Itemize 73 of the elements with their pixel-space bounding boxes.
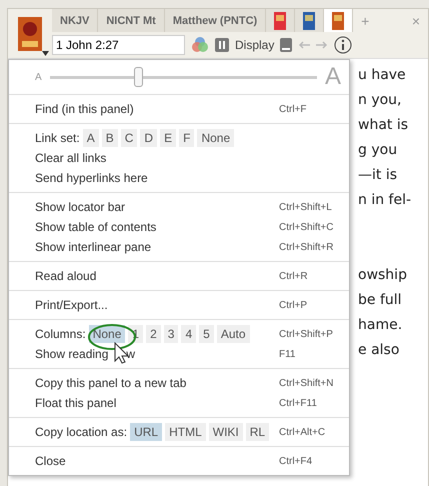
menu-item[interactable]: Print/Export... Ctrl+P	[9, 295, 349, 315]
menu-item[interactable]: Close Ctrl+F4	[9, 451, 349, 471]
menu-item[interactable]: Clear all links	[9, 148, 349, 168]
menu-item[interactable]: Send hyperlinks here	[9, 168, 349, 188]
panel-icon[interactable]	[280, 38, 292, 52]
tab[interactable]: Matthew (PNTC)	[164, 9, 266, 32]
text-fragment: w	[126, 347, 136, 361]
book-logo-icon[interactable]	[18, 16, 42, 50]
text-line: u have	[358, 66, 407, 85]
menu-item[interactable]: Read aloud Ctrl+R	[9, 266, 349, 286]
option-button[interactable]: URL	[130, 423, 162, 441]
text-line: n you,	[358, 91, 402, 110]
option-button[interactable]: None	[197, 129, 234, 147]
menu-item[interactable]: Show reading w F11	[9, 344, 349, 364]
shortcut-text: Ctrl+F4	[279, 456, 314, 466]
shortcut-text: Ctrl+Shift+R	[279, 242, 334, 252]
columns-icon[interactable]	[215, 38, 229, 52]
shortcut-text: Ctrl+Shift+L	[279, 202, 333, 212]
option-button[interactable]: 3	[164, 325, 178, 343]
dropdown-caret-icon[interactable]	[42, 51, 49, 56]
shortcut-text: Ctrl+Shift+N	[279, 378, 334, 388]
option-button[interactable]: 5	[199, 325, 214, 343]
tab[interactable]	[295, 9, 324, 32]
option-button[interactable]: 4	[181, 325, 196, 343]
tab[interactable]: NICNT Mt	[98, 9, 165, 32]
text-line: be full	[358, 291, 403, 310]
option-button[interactable]: C	[120, 129, 138, 147]
menu-item[interactable]: Show interlinear pane Ctrl+Shift+R	[9, 237, 349, 257]
display-menu[interactable]: Display	[235, 38, 274, 52]
menu-item[interactable]: Find (in this panel) Ctrl+F	[9, 99, 349, 119]
option-button[interactable]: E	[160, 129, 176, 147]
option-button[interactable]: A	[82, 129, 99, 147]
text-line: what is	[358, 116, 410, 135]
option-button[interactable]: WIKI	[208, 423, 243, 441]
option-button[interactable]: D	[140, 129, 158, 147]
tab[interactable]	[266, 9, 296, 32]
menu-item[interactable]: Copy this panel to a new tab Ctrl+Shift+N	[9, 373, 349, 393]
option-label: Copy location as:	[35, 425, 128, 439]
shortcut-text: F11	[279, 348, 296, 360]
large-font-label: A	[324, 63, 341, 91]
shortcut-text: Ctrl+Shift+C	[279, 222, 334, 232]
option-button[interactable]: HTML	[165, 423, 206, 441]
slider-thumb[interactable]	[134, 67, 143, 87]
option-button[interactable]: RL	[246, 423, 270, 441]
text-line: hame.	[358, 316, 404, 335]
option-label: Link set:	[35, 131, 80, 145]
small-font-label: A	[35, 72, 42, 82]
menu-item[interactable]: Show locator bar Ctrl+Shift+L	[9, 197, 349, 217]
shortcut-text: Ctrl+R	[279, 270, 309, 282]
shortcut-text: Ctrl+F11	[279, 398, 318, 408]
option-button[interactable]: B	[102, 129, 118, 147]
shortcut-text: Ctrl+F	[279, 104, 308, 114]
shortcut-text: Ctrl+P	[279, 300, 308, 310]
text-line: n in fel-	[358, 191, 412, 210]
tab[interactable]	[324, 9, 354, 32]
highlight-ellipse	[87, 323, 137, 351]
menu-item[interactable]: Show table of contents Ctrl+Shift+C	[9, 217, 349, 237]
shortcut-text: Ctrl+Alt+C	[279, 426, 326, 438]
option-button[interactable]: 2	[146, 325, 161, 343]
shortcut-text: Ctrl+Shift+P	[279, 328, 334, 340]
tab[interactable]: NKJV	[52, 9, 98, 32]
info-icon[interactable]	[334, 36, 352, 54]
menu-item[interactable]: Float this panel Ctrl+F11	[9, 393, 349, 413]
font-size-slider[interactable]	[50, 67, 317, 87]
text-line: —it is	[358, 166, 398, 185]
reference-field[interactable]: 1 John 2:27	[52, 35, 185, 55]
text-line: g you	[358, 141, 398, 160]
text-line: e also	[358, 341, 400, 360]
text-line: owship	[358, 266, 408, 285]
color-circles-icon[interactable]	[191, 37, 209, 53]
option-button[interactable]: F	[179, 129, 194, 147]
option-label: Columns:	[35, 327, 86, 341]
option-button[interactable]: Auto	[216, 325, 250, 343]
